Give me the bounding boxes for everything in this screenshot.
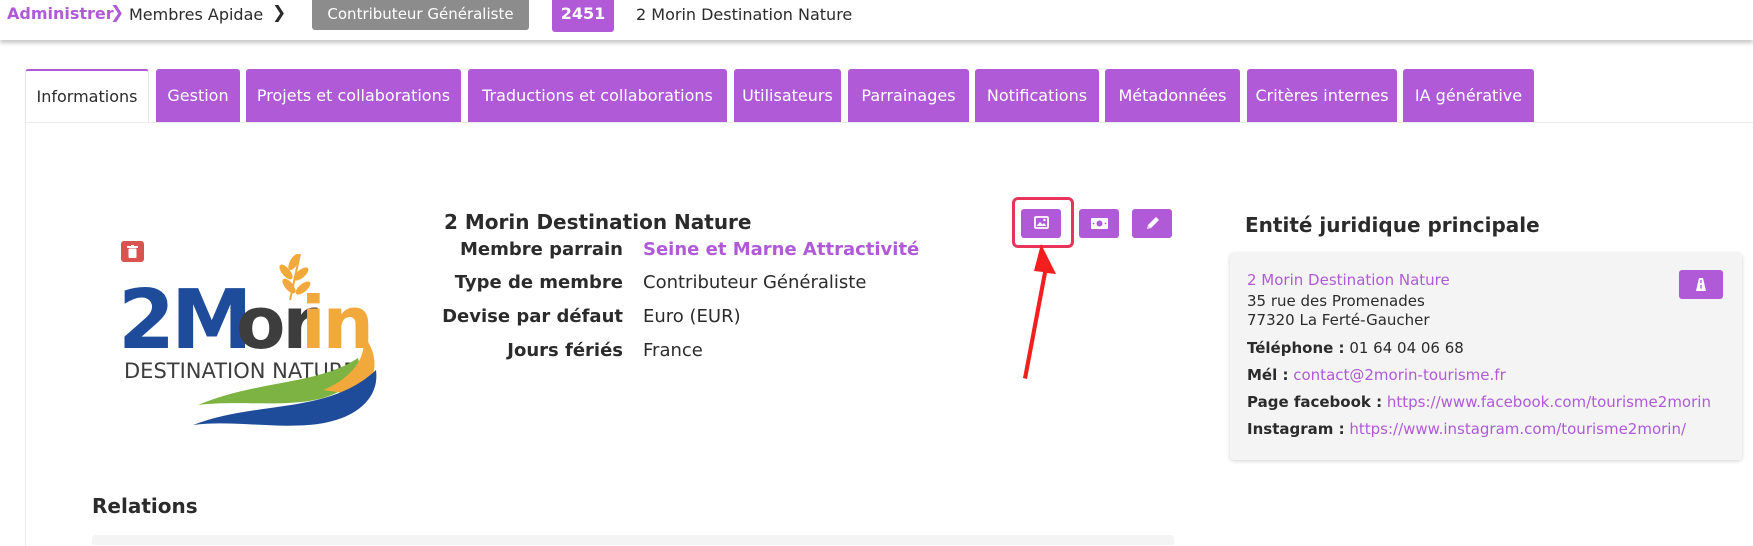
field-label-jours: Jours fériés [507,340,623,361]
breadcrumb-members-link[interactable]: Membres Apidae [129,5,263,24]
member-type-badge: Contributeur Généraliste [312,0,529,30]
tab-informations[interactable]: Informations [25,69,149,122]
tab-metadonnees[interactable]: Métadonnées [1105,69,1240,122]
facebook-link[interactable]: https://www.facebook.com/tourisme2morin [1387,393,1711,411]
legal-entity-title: Entité juridique principale [1245,213,1540,237]
legal-entity-link[interactable]: 2 Morin Destination Nature [1247,271,1450,289]
legal-address-line2: 77320 La Ferté-Gaucher [1247,311,1430,329]
email-link[interactable]: contact@2morin-tourisme.fr [1293,366,1506,384]
tab-parrainages[interactable]: Parrainages [848,69,969,122]
phone-label: Téléphone : [1247,339,1345,357]
instagram-label: Instagram : [1247,420,1345,438]
tab-gestion[interactable]: Gestion [156,69,240,122]
legal-email: Mél : contact@2morin-tourisme.fr [1247,366,1506,384]
field-value-jours: France [643,340,703,361]
edit-member-button[interactable] [1132,209,1172,238]
tab-traductions[interactable]: Traductions et collaborations [468,69,727,122]
tab-projets[interactable]: Projets et collaborations [246,69,461,122]
delete-logo-button[interactable] [121,241,144,262]
facebook-label: Page facebook : [1247,393,1383,411]
tab-notifications[interactable]: Notifications [975,69,1099,122]
relations-title: Relations [92,494,198,518]
breadcrumb-admin-link[interactable]: Administrer [7,4,114,23]
instagram-link[interactable]: https://www.instagram.com/tourisme2morin… [1349,420,1686,438]
legal-facebook: Page facebook : https://www.facebook.com… [1247,393,1711,411]
field-value-type: Contributeur Généraliste [643,272,867,293]
chevron-right-icon: ❯ [110,3,125,23]
member-logo: 2M or in DESTINATION NATURE [118,240,398,430]
field-label-type: Type de membre [454,272,623,293]
red-arrow-icon [1023,244,1056,379]
field-label-parrain: Membre parrain [459,239,623,260]
tab-ia-generative[interactable]: IA générative [1403,69,1534,122]
legal-phone: Téléphone : 01 64 04 06 68 [1247,339,1464,357]
currency-button[interactable] [1079,209,1119,238]
top-bar: Administrer ❯ Membres Apidae ❯ Contribut… [0,0,1753,40]
member-name: 2 Morin Destination Nature [444,210,752,234]
field-value-devise: Euro (EUR) [643,306,741,327]
email-label: Mél : [1247,366,1289,384]
tab-utilisateurs[interactable]: Utilisateurs [734,69,841,122]
header-member-name: 2 Morin Destination Nature [636,5,853,24]
phone-value: 01 64 04 06 68 [1349,339,1464,357]
trash-icon [127,245,138,258]
highlight-box [1012,197,1074,248]
road-icon [1696,278,1706,291]
relations-panel [92,535,1174,545]
legal-entity-action-button[interactable] [1679,270,1723,299]
money-icon [1091,218,1108,229]
member-id-badge: 2451 [552,0,614,32]
tab-criteres-internes[interactable]: Critères internes [1247,69,1397,122]
legal-instagram: Instagram : https://www.instagram.com/to… [1247,420,1686,438]
sponsor-link[interactable]: Seine et Marne Attractivité [643,239,919,260]
legal-address-line1: 35 rue des Promenades [1247,292,1425,310]
field-label-devise: Devise par défaut [442,306,623,327]
chevron-right-icon: ❯ [272,3,287,23]
pencil-icon [1147,217,1159,229]
logo-text-main: 2M [118,273,249,368]
legal-entity-card: 2 Morin Destination Nature 35 rue des Pr… [1230,253,1742,460]
